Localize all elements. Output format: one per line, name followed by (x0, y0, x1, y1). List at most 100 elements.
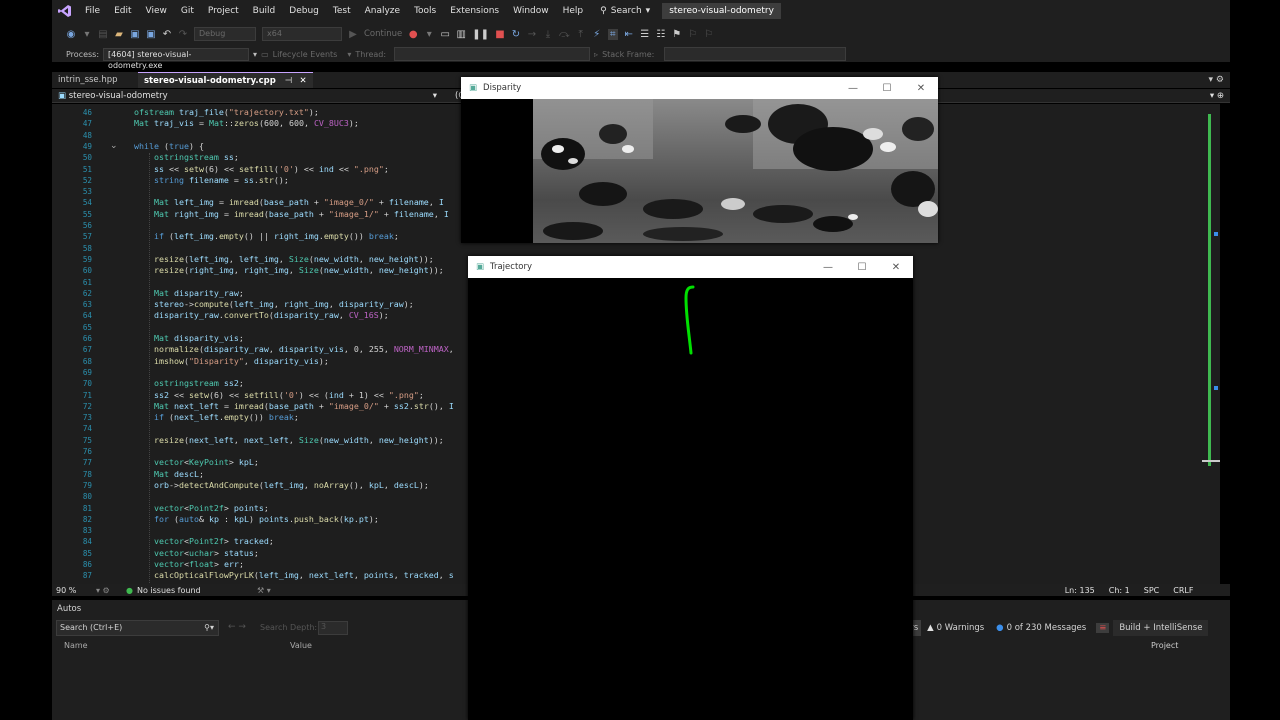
tab-list-dropdown-icon[interactable]: ▾ ⚙ (1209, 72, 1230, 88)
indent-status[interactable]: SPC (1144, 586, 1160, 595)
line-number-status[interactable]: Ln: 135 (1065, 586, 1095, 595)
column-status[interactable]: Ch: 1 (1109, 586, 1130, 595)
line-number: 65 (82, 322, 92, 332)
code-text: if (left_img.empty() || right_img.empty(… (153, 231, 399, 242)
chevron-down-icon[interactable]: ▾ ⊕ (1210, 91, 1230, 101)
indent-icon[interactable]: ☰ (640, 29, 650, 40)
show-next-statement-icon[interactable]: → (527, 29, 537, 40)
close-icon[interactable]: ✕ (879, 262, 913, 273)
lifecycle-events-button[interactable]: Lifecycle Events (273, 50, 338, 59)
menu-item-git[interactable]: Git (174, 0, 201, 22)
outdent-icon[interactable]: ☷ (656, 29, 666, 40)
editor-scrollbar[interactable] (1202, 104, 1220, 584)
messages-filter-button[interactable]: 0 of 230 Messages (1007, 623, 1087, 633)
restart-icon[interactable]: ↻ (511, 29, 521, 40)
flag-icon[interactable]: ▹ (594, 50, 598, 59)
right-black-margin (1230, 0, 1280, 720)
thread-dropdown[interactable] (394, 47, 591, 61)
line-ending-status[interactable]: CRLF (1173, 586, 1193, 595)
back-arrow-icon[interactable]: ← → (228, 622, 246, 632)
lifecycle-events-icon[interactable]: ▭ (261, 50, 269, 59)
maximize-icon[interactable]: ☐ (870, 83, 904, 94)
trajectory-titlebar[interactable]: ▣ Trajectory — ☐ ✕ (468, 256, 913, 278)
code-line[interactable]: 58 (52, 243, 1220, 254)
platform-dropdown[interactable]: x64 (262, 27, 342, 41)
menu-item-window[interactable]: Window (506, 0, 556, 22)
warnings-filter-button[interactable]: 0 Warnings (937, 623, 985, 633)
navigate-back-icon[interactable]: ◉ (66, 29, 76, 40)
save-all-icon[interactable]: ▣ (146, 29, 156, 40)
maximize-icon[interactable]: ☐ (845, 262, 879, 273)
undo-icon[interactable]: ↶ (162, 29, 172, 40)
autos-search-box[interactable]: Search (Ctrl+E) ⚲▾ (56, 620, 219, 636)
close-icon[interactable]: ✕ (300, 76, 307, 86)
code-map-icon[interactable]: ⌗ (607, 28, 618, 40)
column-header-value[interactable]: Value (290, 641, 312, 650)
disparity-titlebar[interactable]: ▣ Disparity — ☐ ✕ (461, 77, 938, 99)
tab-label: stereo-visual-odometry.cpp (144, 76, 276, 86)
pause-icon[interactable]: ❚❚ (472, 29, 489, 40)
menu-item-tools[interactable]: Tools (407, 0, 443, 22)
tab-intrin-sse[interactable]: intrin_sse.hpp (52, 72, 138, 88)
column-header-project[interactable]: Project (1151, 641, 1178, 650)
intellicode-icon: ▾ ⚙ (96, 585, 110, 595)
stop-icon[interactable]: ■ (495, 29, 505, 40)
process-dropdown[interactable]: [4604] stereo-visual-odometry.exe (103, 47, 250, 70)
issues-status[interactable]: No issues found (137, 586, 257, 595)
cleanup-icon[interactable]: ⚒ ▾ (257, 586, 271, 595)
trajectory-window[interactable]: ▣ Trajectory — ☐ ✕ (468, 256, 913, 720)
line-number: 66 (82, 334, 92, 343)
menu-item-view[interactable]: View (139, 0, 174, 22)
configuration-dropdown[interactable]: Debug (194, 27, 256, 41)
menu-item-extensions[interactable]: Extensions (443, 0, 506, 22)
zoom-level[interactable]: 90 % (52, 586, 96, 595)
fold-chevron-icon[interactable]: ⌄ (110, 141, 118, 151)
menu-item-project[interactable]: Project (201, 0, 246, 22)
comment-icon[interactable]: ⇤ (624, 29, 634, 40)
chevron-down-icon[interactable]: ▾ (424, 29, 434, 40)
chevron-down-icon[interactable]: ▾ (82, 29, 92, 40)
search-depth-dropdown[interactable]: 3 (318, 621, 348, 635)
menu-item-analyze[interactable]: Analyze (358, 0, 407, 22)
next-bookmark-icon[interactable]: ⚐ (704, 29, 714, 40)
build-scope-dropdown[interactable]: Build + IntelliSense (1113, 620, 1209, 636)
hot-reload-icon[interactable]: ⚡ (592, 29, 602, 40)
trajectory-title: Trajectory (490, 262, 532, 272)
menu-item-debug[interactable]: Debug (282, 0, 326, 22)
pin-icon[interactable]: ⊣ (285, 76, 293, 86)
minimize-icon[interactable]: — (836, 83, 870, 94)
bookmark-icon[interactable]: ⚑ (672, 29, 682, 40)
tab-stereo-visual-odometry[interactable]: stereo-visual-odometry.cpp ⊣ ✕ (138, 72, 313, 88)
step-out-icon[interactable]: ⤒ (576, 29, 586, 40)
menu-item-test[interactable]: Test (326, 0, 358, 22)
step-into-icon[interactable]: ⤓ (543, 29, 553, 40)
window-icon[interactable]: ▥ (456, 29, 466, 40)
project-scope-dropdown[interactable]: ▣ stereo-visual-odometry ▾ (52, 91, 437, 101)
menu-item-build[interactable]: Build (246, 0, 283, 22)
disparity-window[interactable]: ▣ Disparity — ☐ ✕ (461, 77, 938, 243)
menu-item-file[interactable]: File (78, 0, 107, 22)
prev-bookmark-icon[interactable]: ⚐ (688, 29, 698, 40)
open-folder-icon[interactable]: ▰ (114, 29, 124, 40)
search-menu[interactable]: ⚲ Search ▾ (600, 6, 650, 16)
redo-icon[interactable]: ↷ (178, 29, 188, 40)
step-over-icon[interactable]: ⤼ (559, 29, 570, 40)
continue-icon[interactable]: ▶ (348, 29, 358, 40)
chevron-down-icon[interactable]: ▾ (253, 50, 257, 59)
filter-icon[interactable]: ≡ (1096, 623, 1110, 633)
line-number: 47 (82, 119, 92, 129)
minimize-icon[interactable]: — (811, 262, 845, 273)
menu-item-help[interactable]: Help (556, 0, 591, 22)
code-text: ss2 << setw(6) << setfill('0') << (ind +… (153, 389, 424, 400)
menu-item-edit[interactable]: Edit (107, 0, 138, 22)
filter-icon[interactable]: ▾ (347, 50, 351, 59)
save-icon[interactable]: ▣ (130, 29, 140, 40)
camera-icon[interactable]: ▭ (440, 29, 450, 40)
debug-target-icon[interactable]: ● (408, 29, 418, 40)
column-header-name[interactable]: Name (64, 641, 88, 650)
new-file-icon[interactable]: ▤ (98, 29, 108, 40)
close-icon[interactable]: ✕ (904, 83, 938, 94)
stack-frame-dropdown[interactable] (664, 47, 847, 61)
continue-button[interactable]: Continue (364, 29, 402, 39)
code-text: orb->detectAndCompute(left_img, noArray(… (153, 479, 429, 490)
